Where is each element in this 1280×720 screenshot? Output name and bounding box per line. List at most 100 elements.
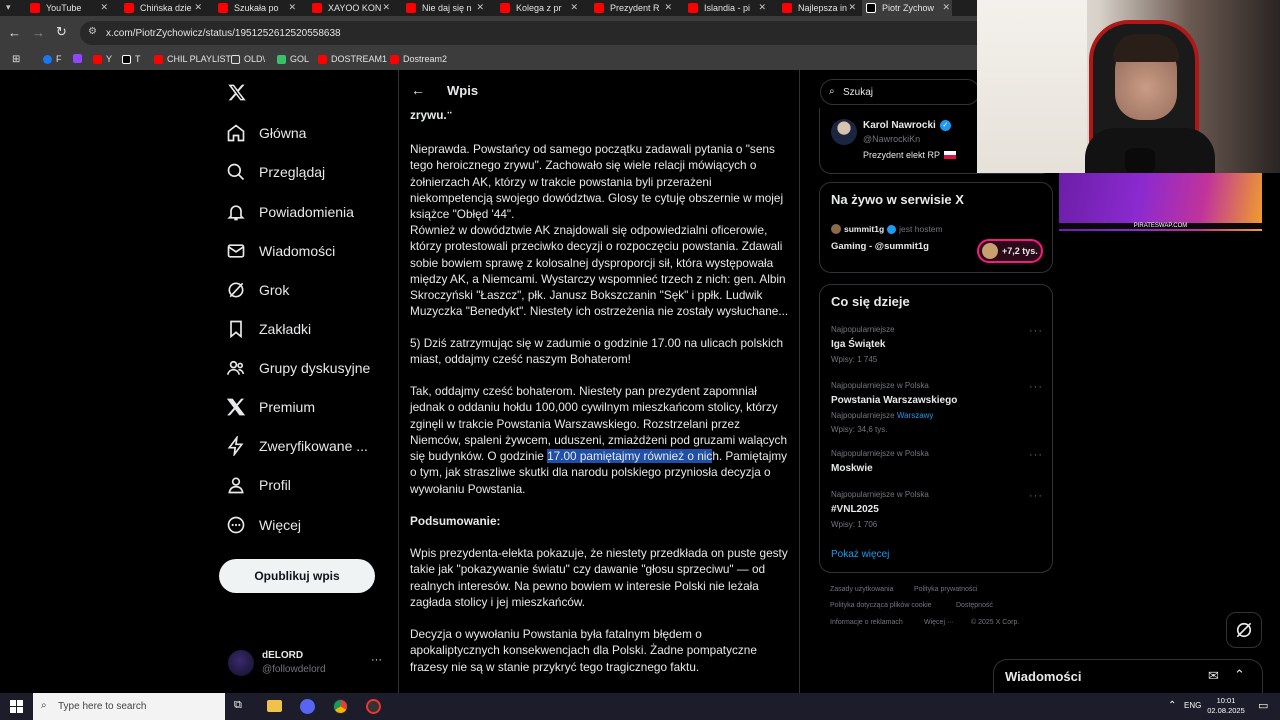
app-icon[interactable] xyxy=(366,699,381,714)
nav-verified-orgs[interactable]: Zweryfikowane ... xyxy=(226,432,368,460)
browser-tab-active[interactable]: Piotr Zychow ✕ xyxy=(862,0,952,16)
browser-tab[interactable]: Prezydent R ✕ xyxy=(594,0,674,16)
grok-floating-button[interactable] xyxy=(1226,612,1262,648)
footer-link[interactable]: Polityka prywatności xyxy=(914,586,977,593)
post-button[interactable]: Opublikuj wpis xyxy=(219,559,375,593)
close-icon[interactable]: ✕ xyxy=(288,2,296,13)
close-icon[interactable]: ✕ xyxy=(570,2,578,13)
reload-icon[interactable]: ↻ xyxy=(56,24,67,40)
selected-text[interactable]: 17.00 pamiętajmy również o nic xyxy=(547,449,713,464)
bookmark-item[interactable]: DOSTREAM1 xyxy=(318,54,387,64)
browser-tab[interactable]: Kolega z pr ✕ xyxy=(500,0,580,16)
browser-tab[interactable]: XAYOO KON ✕ xyxy=(312,0,392,16)
section-title: Co się dzieje xyxy=(831,294,910,309)
file-explorer-icon[interactable] xyxy=(267,700,282,712)
close-icon[interactable]: ✕ xyxy=(476,2,484,13)
more-icon[interactable]: ··· xyxy=(1029,490,1043,502)
tab-search-button[interactable]: ▾ xyxy=(6,2,18,14)
promo-text: PIRATESWAP.COM xyxy=(1059,223,1262,229)
forward-icon[interactable]: → xyxy=(32,25,45,40)
back-icon[interactable]: ← xyxy=(8,25,21,40)
bookmark-item[interactable]: GOL xyxy=(277,54,309,64)
back-arrow-icon[interactable]: ← xyxy=(411,82,425,98)
nav-explore[interactable]: Przeglądaj xyxy=(226,158,325,186)
task-view-icon[interactable]: ⧉ xyxy=(234,699,242,712)
youtube-icon xyxy=(318,54,327,64)
x-logo-icon[interactable] xyxy=(227,83,247,107)
close-icon[interactable]: ✕ xyxy=(942,2,950,13)
discord-icon[interactable] xyxy=(300,699,315,714)
browser-tab[interactable]: Szukała po ✕ xyxy=(218,0,298,16)
person-icon xyxy=(228,477,244,494)
listeners-badge[interactable]: +7,2 tys. xyxy=(977,239,1043,263)
bookmark-item[interactable]: T xyxy=(122,54,141,64)
profile-bio: Prezydent elekt RP xyxy=(863,150,957,160)
taskbar-search[interactable]: ⌕ Type here to search xyxy=(33,693,225,720)
close-icon[interactable]: ✕ xyxy=(848,2,856,13)
close-icon[interactable]: ✕ xyxy=(664,2,672,13)
browser-tab[interactable]: Chińska dzie ✕ xyxy=(124,0,204,16)
more-icon[interactable]: ··· xyxy=(1029,381,1043,393)
chevron-up-icon[interactable]: ⌃ xyxy=(1234,667,1245,683)
more-icon[interactable]: ··· xyxy=(1029,325,1043,337)
youtube-icon xyxy=(93,54,102,64)
x-logo-icon xyxy=(866,3,876,13)
show-more-link[interactable]: Pokaż więcej xyxy=(831,549,889,560)
more-icon[interactable]: ··· xyxy=(1029,449,1043,461)
browser-tab[interactable]: Najlepsza in ✕ xyxy=(782,0,858,16)
footer-link[interactable]: Polityka dotycząca plików cookie xyxy=(830,602,932,609)
browser-tab[interactable]: Islandia - pi ✕ xyxy=(688,0,768,16)
new-message-icon[interactable]: ✉ xyxy=(1208,668,1219,684)
account-switcher[interactable]: dELORD @followdelord ··· xyxy=(228,648,388,682)
grok-icon xyxy=(1236,622,1252,638)
nav-messages[interactable]: Wiadomości xyxy=(226,237,335,265)
trend-item[interactable]: Najpopularniejsze w Polska #VNL2025 Wpis… xyxy=(831,490,1043,529)
grok-icon xyxy=(228,282,244,298)
bookmark-item[interactable]: Dostream2 xyxy=(390,54,447,64)
more-icon[interactable]: ··· xyxy=(371,654,382,666)
browser-tab[interactable]: YouTube ✕ xyxy=(30,0,110,16)
chrome-icon[interactable] xyxy=(333,699,348,714)
trend-item[interactable]: Najpopularniejsze Iga Świątek Wpisy: 1 7… xyxy=(831,325,1043,364)
footer-link[interactable]: Informacje o reklamach xyxy=(830,619,903,626)
live-show-title[interactable]: Gaming - @summit1g xyxy=(831,241,929,252)
live-host[interactable]: summit1g jest hostem xyxy=(831,224,943,234)
clock[interactable]: 10:01 02.08.2025 xyxy=(1206,696,1246,716)
youtube-icon xyxy=(594,3,604,13)
close-icon[interactable]: ✕ xyxy=(100,2,108,13)
close-icon[interactable]: ✕ xyxy=(382,2,390,13)
browser-tab[interactable]: Nie daj się n ✕ xyxy=(406,0,486,16)
windows-start-icon[interactable] xyxy=(10,700,23,713)
nav-premium[interactable]: Premium xyxy=(226,393,315,421)
footer-link[interactable]: Zasady użytkowania xyxy=(830,586,893,593)
nav-communities[interactable]: Grupy dyskusyjne xyxy=(226,354,370,382)
trend-item[interactable]: Najpopularniejsze w Polska Powstania War… xyxy=(831,381,1043,434)
footer-link[interactable]: Dostępność xyxy=(956,602,993,609)
close-icon[interactable]: ✕ xyxy=(194,2,202,13)
messages-drawer[interactable]: Wiadomości ✉ ⌃ xyxy=(993,659,1263,693)
nav-more[interactable]: Więcej xyxy=(226,511,301,539)
nav-grok[interactable]: Grok xyxy=(226,276,289,304)
search-input[interactable]: ⌕ Szukaj xyxy=(820,79,980,105)
nav-bookmarks[interactable]: Zakładki xyxy=(226,315,311,343)
bookmark-item[interactable] xyxy=(73,54,86,63)
nav-profile[interactable]: Profil xyxy=(226,471,291,499)
folder-icon xyxy=(231,54,240,64)
nav-home[interactable]: Główna xyxy=(226,119,306,147)
nav-notifications[interactable]: Powiadomienia xyxy=(226,198,354,226)
bookmark-folder[interactable]: OLD\ xyxy=(231,54,265,64)
verified-icon xyxy=(887,224,897,234)
bookmark-item[interactable]: F xyxy=(43,54,62,64)
search-icon: ⌕ xyxy=(829,86,835,97)
trend-item[interactable]: Najpopularniejsze w Polska Moskwie ··· xyxy=(831,449,1043,474)
language-indicator[interactable]: ENG xyxy=(1184,701,1201,710)
footer-more-link[interactable]: Więcej ··· xyxy=(924,619,954,626)
bookmark-item[interactable]: Y xyxy=(93,54,112,64)
chevron-up-icon[interactable]: ⌃ xyxy=(1168,700,1176,711)
notifications-icon[interactable]: ▭ xyxy=(1258,699,1268,712)
youtube-icon xyxy=(312,3,322,13)
bookmark-item[interactable]: CHIL PLAYLIST xyxy=(154,54,231,64)
close-icon[interactable]: ✕ xyxy=(758,2,766,13)
apps-grid-icon[interactable]: ⊞ xyxy=(12,54,20,65)
site-info-icon[interactable]: ⚙ xyxy=(88,26,97,37)
